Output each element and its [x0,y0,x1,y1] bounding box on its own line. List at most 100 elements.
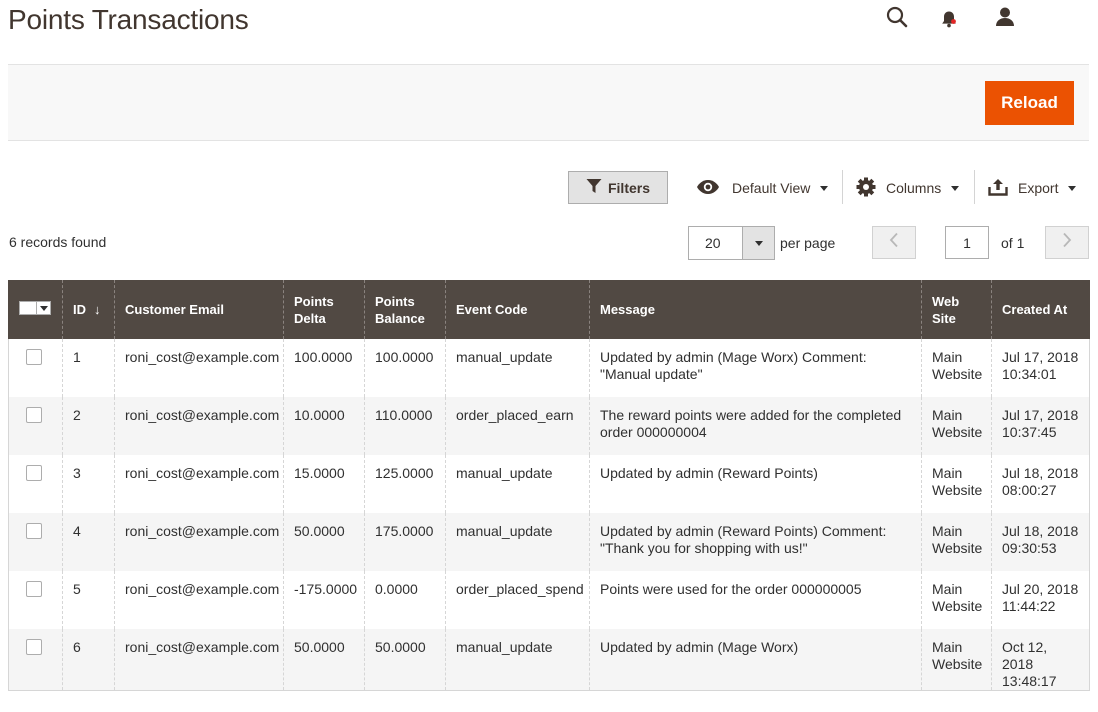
cell-website: Main Website [921,397,992,455]
table-row: 3 roni_cost@example.com 15.0000 125.0000… [8,455,1090,513]
notifications-icon[interactable] [934,7,964,31]
row-checkbox[interactable] [26,639,42,655]
gear-icon [856,177,876,200]
table-row: 5 roni_cost@example.com -175.0000 0.0000… [8,571,1090,629]
table-row: 2 roni_cost@example.com 10.0000 110.0000… [8,397,1090,455]
row-select-cell [8,571,63,629]
mass-select-checkbox[interactable] [20,302,36,314]
reload-button[interactable]: Reload [985,81,1074,125]
column-header-customer-email[interactable]: Customer Email [114,280,284,339]
chevron-down-icon [754,240,763,246]
cell-points-balance: 50.0000 [364,629,446,691]
cell-website: Main Website [921,629,992,691]
toolbar-divider [974,170,975,204]
per-page-value: 20 [705,235,721,251]
total-pages-label: of 1 [1001,235,1025,251]
table-row: 1 roni_cost@example.com 100.0000 100.000… [8,339,1090,397]
row-checkbox[interactable] [26,581,42,597]
filters-label: Filters [607,179,650,196]
column-header-created-at[interactable]: Created At [991,280,1090,339]
search-icon[interactable] [882,5,912,29]
page-title: Points Transactions [8,4,249,35]
cell-points-delta: 100.0000 [283,339,365,397]
cell-website: Main Website [921,455,992,513]
cell-email: roni_cost@example.com [114,455,284,513]
chevron-right-icon [1062,232,1072,253]
table-row: 6 roni_cost@example.com 50.0000 50.0000 … [8,629,1090,691]
grid-header-row: ID ↓ Customer Email Points Delta Points B… [8,280,1090,339]
default-view-dropdown[interactable]: Default View [696,172,829,204]
cell-points-delta: 50.0000 [283,629,365,691]
row-checkbox[interactable] [26,407,42,423]
cell-created-at: Oct 12, 2018 13:48:17 [991,629,1090,691]
next-page-button[interactable] [1045,226,1089,259]
cell-points-delta: -175.0000 [283,571,365,629]
account-icon[interactable] [990,5,1020,29]
mass-select-header[interactable] [8,280,63,339]
cell-id: 4 [62,513,115,571]
cell-id: 2 [62,397,115,455]
cell-created-at: Jul 17, 2018 10:37:45 [991,397,1090,455]
row-checkbox[interactable] [26,465,42,481]
current-page-input[interactable] [945,226,989,259]
default-view-label: Default View [732,180,811,196]
column-header-id[interactable]: ID ↓ [62,280,115,339]
cell-event-code: manual_update [445,455,590,513]
cell-points-balance: 0.0000 [364,571,446,629]
per-page-select[interactable]: 20 [688,226,775,260]
chevron-left-icon [889,232,899,253]
previous-page-button[interactable] [872,226,916,259]
cell-points-delta: 10.0000 [283,397,365,455]
column-header-event-code[interactable]: Event Code [445,280,590,339]
export-dropdown[interactable]: Export [988,172,1077,204]
chevron-down-icon [1068,185,1077,191]
chevron-down-icon[interactable] [36,302,50,314]
cell-points-delta: 15.0000 [283,455,365,513]
cell-event-code: manual_update [445,513,590,571]
column-header-message[interactable]: Message [589,280,922,339]
columns-dropdown[interactable]: Columns [856,172,960,204]
cell-message: Updated by admin (Mage Worx) Comment: "M… [589,339,922,397]
filters-button[interactable]: Filters [568,171,668,204]
eye-icon [696,179,720,198]
records-found-count: 6 records found [9,234,107,250]
row-select-cell [8,629,63,691]
cell-points-balance: 125.0000 [364,455,446,513]
cell-created-at: Jul 18, 2018 09:30:53 [991,513,1090,571]
cell-id: 5 [62,571,115,629]
row-select-cell [8,339,63,397]
column-header-points-balance[interactable]: Points Balance [364,280,446,339]
cell-event-code: order_placed_spend [445,571,590,629]
cell-created-at: Jul 17, 2018 10:34:01 [991,339,1090,397]
cell-points-balance: 100.0000 [364,339,446,397]
page-actions-bar: Reload [8,64,1089,141]
cell-id: 3 [62,455,115,513]
table-row: 4 roni_cost@example.com 50.0000 175.0000… [8,513,1090,571]
mass-select-dropdown[interactable] [19,301,51,315]
column-header-points-delta[interactable]: Points Delta [283,280,365,339]
cell-message: The reward points were added for the com… [589,397,922,455]
columns-label: Columns [886,180,942,196]
per-page-toggle[interactable] [742,227,774,259]
cell-points-balance: 175.0000 [364,513,446,571]
cell-event-code: manual_update [445,629,590,691]
cell-created-at: Jul 18, 2018 08:00:27 [991,455,1090,513]
export-icon [988,178,1008,199]
cell-website: Main Website [921,571,992,629]
cell-message: Updated by admin (Mage Worx) [589,629,922,691]
cell-event-code: manual_update [445,339,590,397]
chevron-down-icon [951,185,960,191]
cell-message: Updated by admin (Reward Points) [589,455,922,513]
cell-website: Main Website [921,513,992,571]
row-checkbox[interactable] [26,349,42,365]
cell-id: 1 [62,339,115,397]
column-header-website[interactable]: Web Site [921,280,992,339]
cell-email: roni_cost@example.com [114,513,284,571]
cell-points-balance: 110.0000 [364,397,446,455]
transactions-grid: ID ↓ Customer Email Points Delta Points B… [8,280,1090,691]
toolbar-divider [842,170,843,204]
cell-id: 6 [62,629,115,691]
row-checkbox[interactable] [26,523,42,539]
cell-points-delta: 50.0000 [283,513,365,571]
cell-event-code: order_placed_earn [445,397,590,455]
